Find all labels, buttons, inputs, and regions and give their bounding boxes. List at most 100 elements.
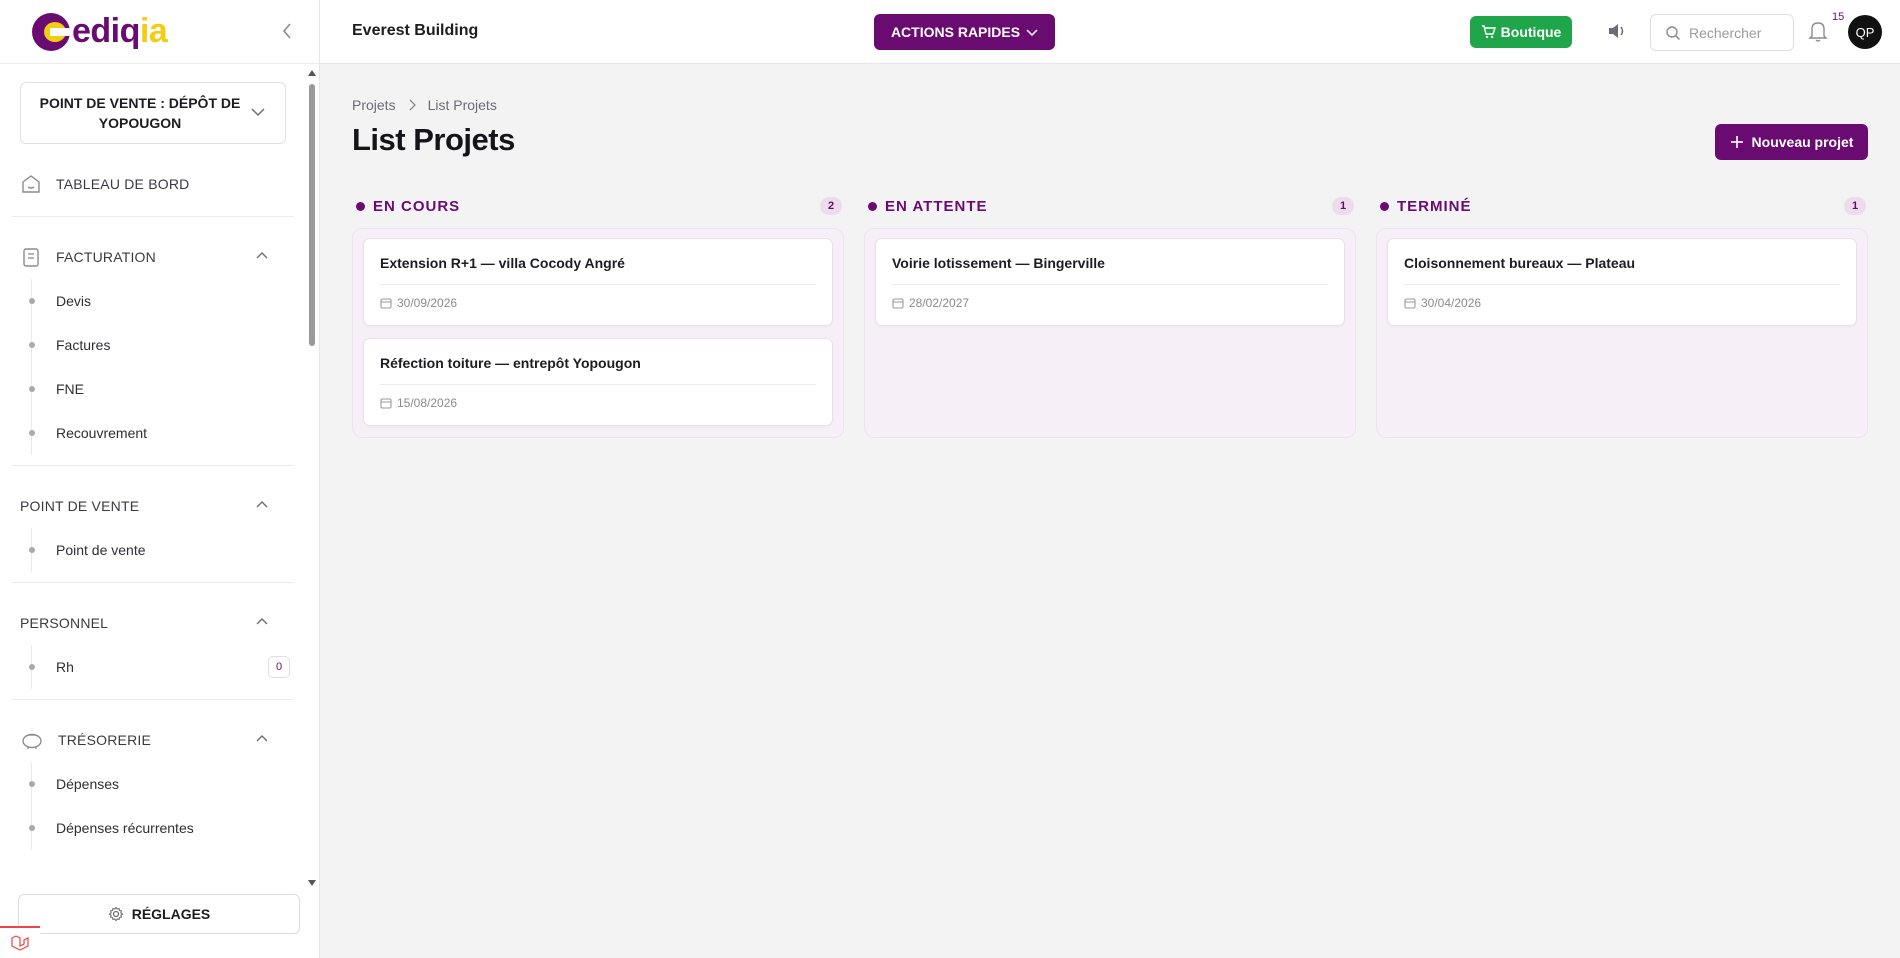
search-input[interactable] [1689,24,1789,41]
sidebar-item-expenses[interactable]: Dépenses [29,762,306,806]
card-divider [380,384,816,385]
bullet [29,298,35,304]
divider [12,465,294,466]
chevron-up-icon [256,252,268,259]
shopping-cart-icon [1481,25,1496,39]
project-card[interactable]: Voirie lotissement — Bingerville 28/02/2… [875,238,1345,326]
staff-submenu: Rh 0 [29,645,306,689]
scrollbar-thumb[interactable] [309,84,315,346]
bullet [29,825,35,831]
project-date-text: 30/04/2026 [1421,296,1482,310]
scroll-up-icon[interactable] [308,70,316,76]
bullet [29,781,35,787]
breadcrumb-current: List Projets [427,97,497,113]
project-card[interactable]: Réfection toiture — entrepôt Yopougon 15… [363,338,833,426]
sidebar-item-dashboard[interactable]: TABLEAU DE BORD [0,162,306,206]
sidebar-scrollbar[interactable] [307,66,317,886]
sidebar-item-label: Dépenses récurrentes [56,820,194,836]
logo-area: ediqia [0,0,319,64]
project-date-text: 28/02/2027 [909,296,970,310]
calendar-icon [380,298,392,309]
avatar[interactable]: QP [1848,15,1882,49]
chevron-up-icon [256,501,268,508]
plus-icon [1730,136,1743,148]
receipt-icon [23,248,39,267]
project-date: 30/04/2026 [1404,296,1840,310]
collapse-sidebar-button[interactable] [276,20,298,42]
new-project-button[interactable]: Nouveau projet [1715,124,1868,160]
shop-button[interactable]: Boutique [1470,16,1572,48]
kanban-column-done: TERMINÉ 1 Cloisonnement bureaux — Platea… [1376,192,1868,438]
calendar-icon [892,298,904,309]
project-date: 28/02/2027 [892,296,1328,310]
home-icon [22,175,40,193]
logo-icon [32,12,70,51]
section-staff-toggle[interactable]: PERSONNEL [0,601,306,645]
breadcrumb-link-projects[interactable]: Projets [352,97,396,113]
kanban-column-in-progress: EN COURS 2 Extension R+1 — villa Cocody … [352,192,844,438]
settings-label: RÉGLAGES [131,906,211,922]
column-header: EN COURS 2 [352,192,844,220]
top-bar: Everest Building ACTIONS RAPIDES Boutiqu… [320,0,1900,64]
treasury-submenu: Dépenses Dépenses récurrentes [29,762,306,850]
section-title: FACTURATION [56,249,156,265]
logo[interactable]: ediqia [72,12,168,51]
bullet [29,386,35,392]
sidebar-item-label: Rh [56,659,74,675]
sidebar-item-label: Point de vente [56,542,146,558]
divider [12,699,294,700]
column-title: TERMINÉ [1397,197,1472,215]
section-title: PERSONNEL [20,615,109,631]
sidebar-nav: POINT DE VENTE : DÉPÔT DE YOPOUGON TABLE… [0,64,306,888]
section-title: POINT DE VENTE [20,498,140,514]
calendar-icon [380,398,392,409]
project-card[interactable]: Cloisonnement bureaux — Plateau 30/04/20… [1387,238,1857,326]
sidebar-item-quotes[interactable]: Devis [29,279,306,323]
logo-text-accent: ia [139,12,168,50]
sidebar-item-point-of-sale[interactable]: Point de vente [29,528,306,572]
search-box[interactable] [1650,14,1794,51]
search-icon [1666,25,1681,40]
bullet [29,342,35,348]
section-point-of-sale-toggle[interactable]: POINT DE VENTE [0,484,306,528]
column-body: Extension R+1 — villa Cocody Angré 30/09… [352,228,844,438]
sidebar-item-fne[interactable]: FNE [29,367,306,411]
project-card[interactable]: Extension R+1 — villa Cocody Angré 30/09… [363,238,833,326]
sidebar-item-collection[interactable]: Recouvrement [29,411,306,455]
column-header: EN ATTENTE 1 [864,192,1356,220]
sidebar-item-label: Dépenses [56,776,120,792]
section-treasury-toggle[interactable]: TRÉSORERIE [0,718,306,762]
notifications-button[interactable] [1808,20,1828,47]
laravel-icon [11,935,29,951]
sidebar-item-label: Recouvrement [56,425,148,441]
column-count-badge: 1 [1332,197,1354,215]
card-divider [380,284,816,285]
column-count-badge: 2 [820,197,842,215]
notifications-badge: 15 [1832,11,1845,23]
quick-actions-button[interactable]: ACTIONS RAPIDES [874,14,1055,50]
point-of-sale-select[interactable]: POINT DE VENTE : DÉPÔT DE YOPOUGON [20,82,286,144]
chevron-down-icon [1026,29,1038,36]
company-name: Everest Building [352,22,479,39]
sidebar-item-label: TABLEAU DE BORD [56,176,190,192]
chevron-down-icon [251,108,265,117]
sound-toggle[interactable] [1606,20,1628,47]
sidebar-item-invoices[interactable]: Factures [29,323,306,367]
section-title: TRÉSORERIE [58,732,152,748]
point-of-sale-select-label: POINT DE VENTE : DÉPÔT DE YOPOUGON [39,95,241,131]
quick-actions-label: ACTIONS RAPIDES [890,24,1021,40]
bell-icon [1808,22,1828,42]
column-title: EN COURS [373,197,461,215]
section-billing-toggle[interactable]: FACTURATION [0,235,306,279]
sidebar-item-hr[interactable]: Rh 0 [29,645,306,689]
kanban-column-pending: EN ATTENTE 1 Voirie lotissement — Binger… [864,192,1356,438]
settings-button[interactable]: RÉGLAGES [18,894,300,934]
project-date-text: 15/08/2026 [397,396,458,410]
piggy-bank-icon [22,733,42,749]
billing-submenu: Devis Factures FNE Recouvrement [29,279,306,455]
bullet [29,430,35,436]
scroll-down-icon[interactable] [308,880,316,886]
project-title: Réfection toiture — entrepôt Yopougon [380,355,641,371]
sidebar-item-recurring-expenses[interactable]: Dépenses récurrentes [29,806,306,850]
debug-bar-tab[interactable] [0,926,40,958]
